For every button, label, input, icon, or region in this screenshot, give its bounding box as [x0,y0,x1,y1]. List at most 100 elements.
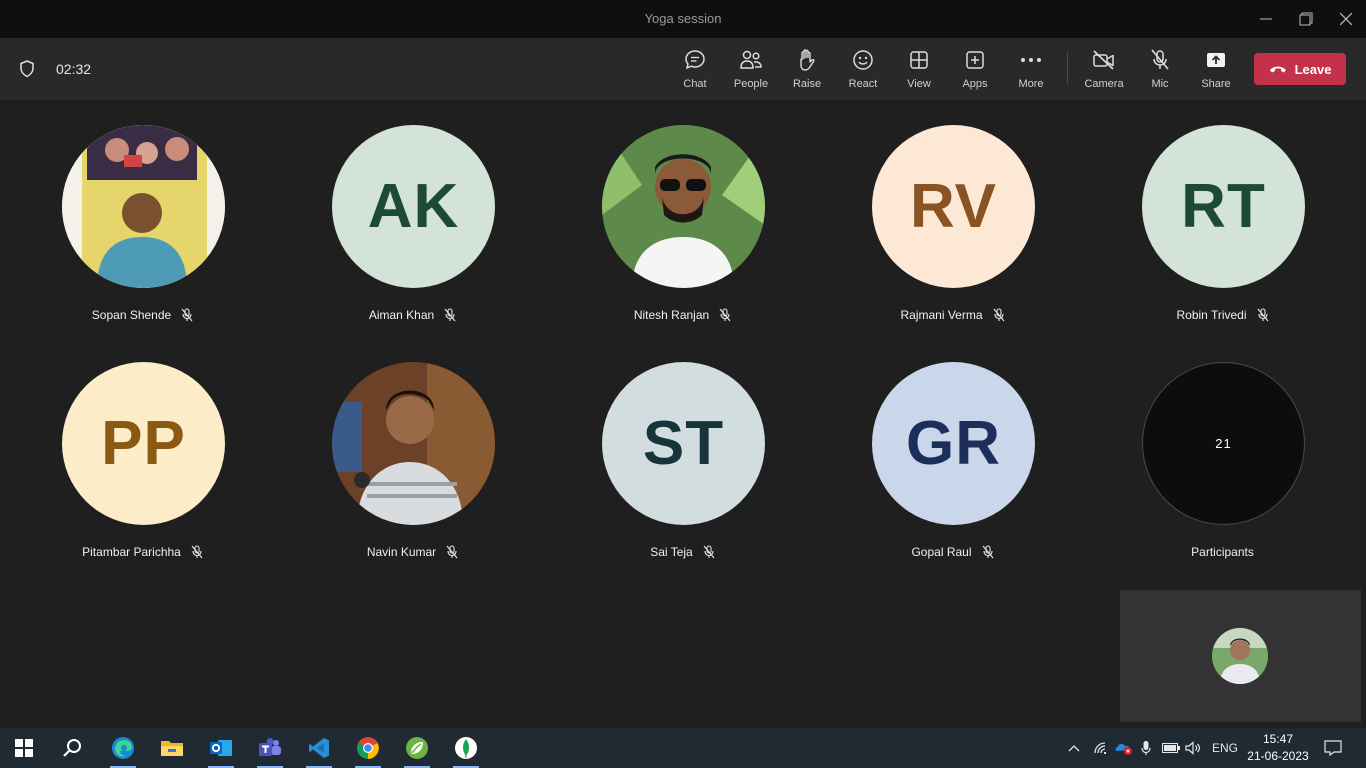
participant-name-row: Sopan Shende [25,308,260,322]
file-explorer-icon[interactable] [156,734,188,762]
participant-name: Robin Trivedi [1176,308,1247,322]
overflow-participants-tile[interactable]: 21 Participants [1105,362,1305,582]
toolbar-divider [1067,52,1068,84]
apps-button[interactable]: Apps [947,48,1003,94]
view-button[interactable]: View [891,48,947,94]
hang-up-icon [1269,62,1287,77]
window-title: Yoga session [644,11,722,26]
participant-tile[interactable]: ST Sai Teja [565,362,765,582]
windows-start-icon[interactable] [8,734,40,762]
react-label: React [848,78,878,90]
chat-button[interactable]: Chat [667,48,723,94]
camera-button[interactable]: Camera [1076,48,1132,94]
chrome-icon[interactable] [352,734,384,768]
outlook-icon[interactable] [205,734,237,768]
network-icon[interactable] [1093,728,1109,768]
teams-icon[interactable] [254,734,286,768]
participant-tile[interactable]: PP Pitambar Parichha [25,362,225,582]
participant-name-row: Gopal Raul [835,545,1070,559]
participant-avatar: PP [62,362,225,525]
grid-icon [909,48,929,72]
overflow-label-row: Participants [1105,545,1340,559]
mic-off-icon [1150,48,1170,72]
participant-avatar: RT [1142,125,1305,288]
share-label: Share [1201,78,1231,90]
search-icon[interactable] [56,734,88,762]
participant-name-row: Sai Teja [565,545,800,559]
raise-hand-button[interactable]: Raise [779,48,835,94]
participant-tile[interactable]: RV Rajmani Verma [835,125,1035,345]
mongodb-icon[interactable] [450,734,482,768]
close-button[interactable] [1335,8,1357,30]
volume-icon[interactable] [1185,728,1201,768]
participant-photo [602,125,765,288]
participant-initials: AK [367,172,460,241]
mic-off-icon [982,545,994,559]
participant-name: Nitesh Ranjan [633,308,710,322]
shield-icon[interactable] [19,60,35,83]
participant-tile[interactable]: Sopan Shende [25,125,225,345]
mic-off-icon [1257,308,1269,322]
people-label: People [733,78,769,90]
chat-label: Chat [683,78,707,90]
participant-tile[interactable]: Navin Kumar [295,362,495,582]
people-button[interactable]: People [723,48,779,94]
mic-off-icon [719,308,731,322]
participant-name-row: Rajmani Verma [835,308,1070,322]
participant-name: Sopan Shende [91,308,172,322]
mic-off-icon [191,545,203,559]
leave-label: Leave [1294,61,1332,77]
react-button[interactable]: React [835,48,891,94]
self-preview[interactable] [1120,590,1361,722]
mic-label: Mic [1151,78,1169,90]
share-button[interactable]: Share [1188,48,1244,94]
title-bar: Yoga session [0,0,1366,38]
mic-off-icon [181,308,193,322]
microphone-in-use-icon[interactable] [1141,728,1151,768]
self-avatar [1212,628,1268,684]
restore-button[interactable] [1295,8,1317,30]
vscode-icon[interactable] [303,734,335,768]
battery-icon[interactable] [1162,728,1180,768]
chat-icon [684,48,706,72]
participant-tile[interactable]: RT Robin Trivedi [1105,125,1305,345]
participant-name-row: Robin Trivedi [1105,308,1340,322]
leave-button[interactable]: Leave [1254,53,1346,85]
onedrive-error-icon[interactable] [1114,728,1134,768]
meeting-timer: 02:32 [56,61,92,77]
minimize-button[interactable] [1255,8,1277,30]
more-button[interactable]: More [1003,48,1059,94]
taskbar-clock[interactable]: 15:47 21-06-2023 [1244,731,1312,765]
participant-initials: PP [101,409,186,478]
overflow-label: Participants [1191,545,1254,559]
participant-name: Gopal Raul [911,545,972,559]
participant-tile[interactable]: AK Aiman Khan [295,125,495,345]
participant-initials: ST [642,409,725,478]
participant-name-row: Nitesh Ranjan [565,308,800,322]
participant-initials: RT [1181,172,1266,241]
raise-hand-icon [796,48,818,72]
people-icon [739,48,763,72]
participant-name: Pitambar Parichha [82,545,181,559]
participant-tile[interactable]: GR Gopal Raul [835,362,1035,582]
mic-off-icon [444,308,456,322]
spring-icon[interactable] [401,734,433,768]
participant-avatar: ST [602,362,765,525]
overflow-count-circle[interactable]: 21 [1142,362,1305,525]
mic-button[interactable]: Mic [1132,48,1188,94]
participant-name: Sai Teja [650,545,693,559]
raise-label: Raise [792,78,822,90]
participant-name: Navin Kumar [366,545,437,559]
show-hidden-icons-chevron-icon[interactable] [1068,728,1080,768]
notifications-icon[interactable] [1324,728,1342,768]
input-language[interactable]: ENG [1212,728,1238,768]
smiley-icon [852,48,874,72]
clock-date: 21-06-2023 [1247,749,1309,763]
participant-name-row: Pitambar Parichha [25,545,260,559]
camera-off-icon [1092,48,1116,72]
participant-tile[interactable]: Nitesh Ranjan [565,125,765,345]
edge-icon[interactable] [107,734,139,768]
share-screen-icon [1205,48,1227,72]
participant-initials: GR [906,409,1001,478]
view-label: View [907,78,931,90]
